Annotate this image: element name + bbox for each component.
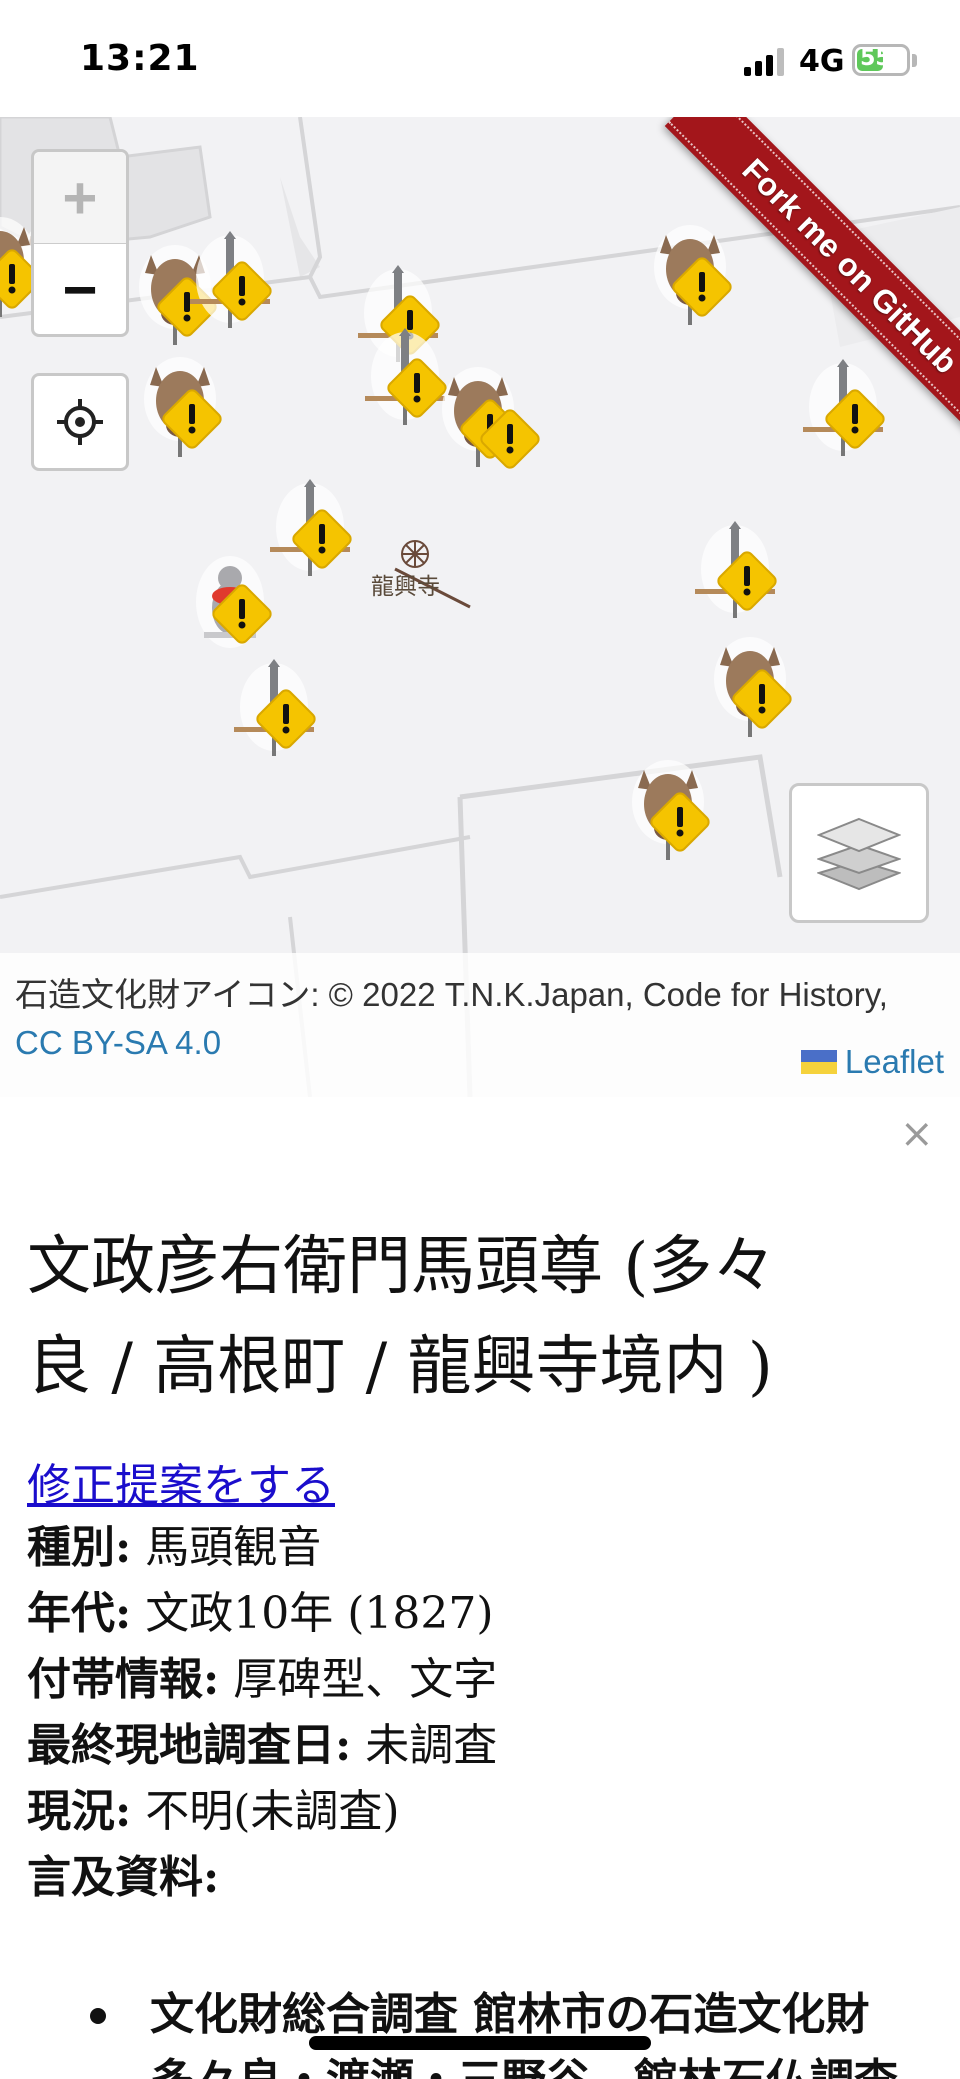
layers-icon <box>817 817 901 891</box>
battery-level: 55 <box>860 46 891 71</box>
field-additional-info: 付帯情報: 厚碑型、文字 <box>27 1654 498 1705</box>
layers-button[interactable] <box>789 783 929 923</box>
field-references: 言及資料: <box>27 1852 220 1903</box>
suggest-edit-link[interactable]: 修正提案をする <box>27 1449 335 1513</box>
charging-bolt-icon: ⚡ <box>890 50 902 69</box>
attribution-text: 石造文化財アイコン: © 2022 T.N.K.Japan, Code for … <box>15 976 888 1013</box>
zoom-control: + − <box>31 149 129 337</box>
home-indicator <box>309 2036 651 2050</box>
map-view[interactable]: 龍興寺 + − Fork me on GitHub 石造文化財アイコン: © 2… <box>0 117 960 1097</box>
status-bar: 13:21 4G 55⚡ <box>0 0 960 117</box>
map-marker-jizo-statue[interactable] <box>196 556 273 648</box>
page-title: 文政彦右衛門馬頭尊 (多々 良 / 高根町 / 龍興寺境内 ) <box>27 1217 927 1417</box>
detail-panel: × 文政彦右衛門馬頭尊 (多々 良 / 高根町 / 龍興寺境内 ) 修正提案をす… <box>0 1097 960 2079</box>
battery-icon: 55⚡ <box>852 44 910 76</box>
license-link[interactable]: CC BY-SA 4.0 <box>15 1024 221 1061</box>
close-button[interactable]: × <box>900 1111 934 1157</box>
map-marker-stone-monument[interactable] <box>270 479 353 576</box>
field-era: 年代: 文政10年 (1827) <box>27 1588 494 1639</box>
map-marker-horse-head[interactable] <box>714 637 793 737</box>
title-line-1: 文政彦右衛門馬頭尊 (多々 <box>27 1230 777 1304</box>
title-line-2: 良 / 高根町 / 龍興寺境内 ) <box>27 1330 773 1404</box>
field-current-status: 現況: 不明(未調査) <box>27 1786 400 1837</box>
field-last-survey-date: 最終現地調査日: 未調査 <box>27 1720 498 1771</box>
github-ribbon[interactable]: Fork me on GitHub <box>560 117 960 517</box>
map-marker-stone-monument[interactable] <box>234 659 317 756</box>
signal-strength-icon <box>744 48 786 76</box>
map-attribution: 石造文化財アイコン: © 2022 T.N.K.Japan, Code for … <box>0 953 960 1097</box>
bullet-icon <box>90 2008 106 2024</box>
zoom-out-button[interactable]: − <box>34 244 126 335</box>
field-type: 種別: 馬頭観音 <box>27 1522 322 1573</box>
map-marker-horse-head[interactable] <box>632 760 711 860</box>
zoom-in-button[interactable]: + <box>34 152 126 243</box>
status-time: 13:21 <box>80 38 200 79</box>
github-ribbon-label: Fork me on GitHub <box>735 151 960 381</box>
map-marker-stone-monument[interactable] <box>695 521 778 618</box>
locate-button[interactable] <box>31 373 129 471</box>
detail-fields: 種別: 馬頭観音 年代: 文政10年 (1827) 付帯情報: 厚碑型、文字 最… <box>27 1515 937 1911</box>
ukraine-flag-icon <box>800 1050 837 1074</box>
leaflet-label: Leaflet <box>844 1043 944 1080</box>
temple-label: 龍興寺 <box>371 574 440 600</box>
map-marker-horse-head[interactable] <box>144 357 223 457</box>
leaflet-link[interactable]: Leaflet <box>800 1043 944 1081</box>
network-type: 4G <box>799 44 845 79</box>
reference-title-cont: 多々良・渡瀬・三野谷 館林石仏調査 <box>150 2048 898 2079</box>
crosshair-icon <box>57 399 103 445</box>
